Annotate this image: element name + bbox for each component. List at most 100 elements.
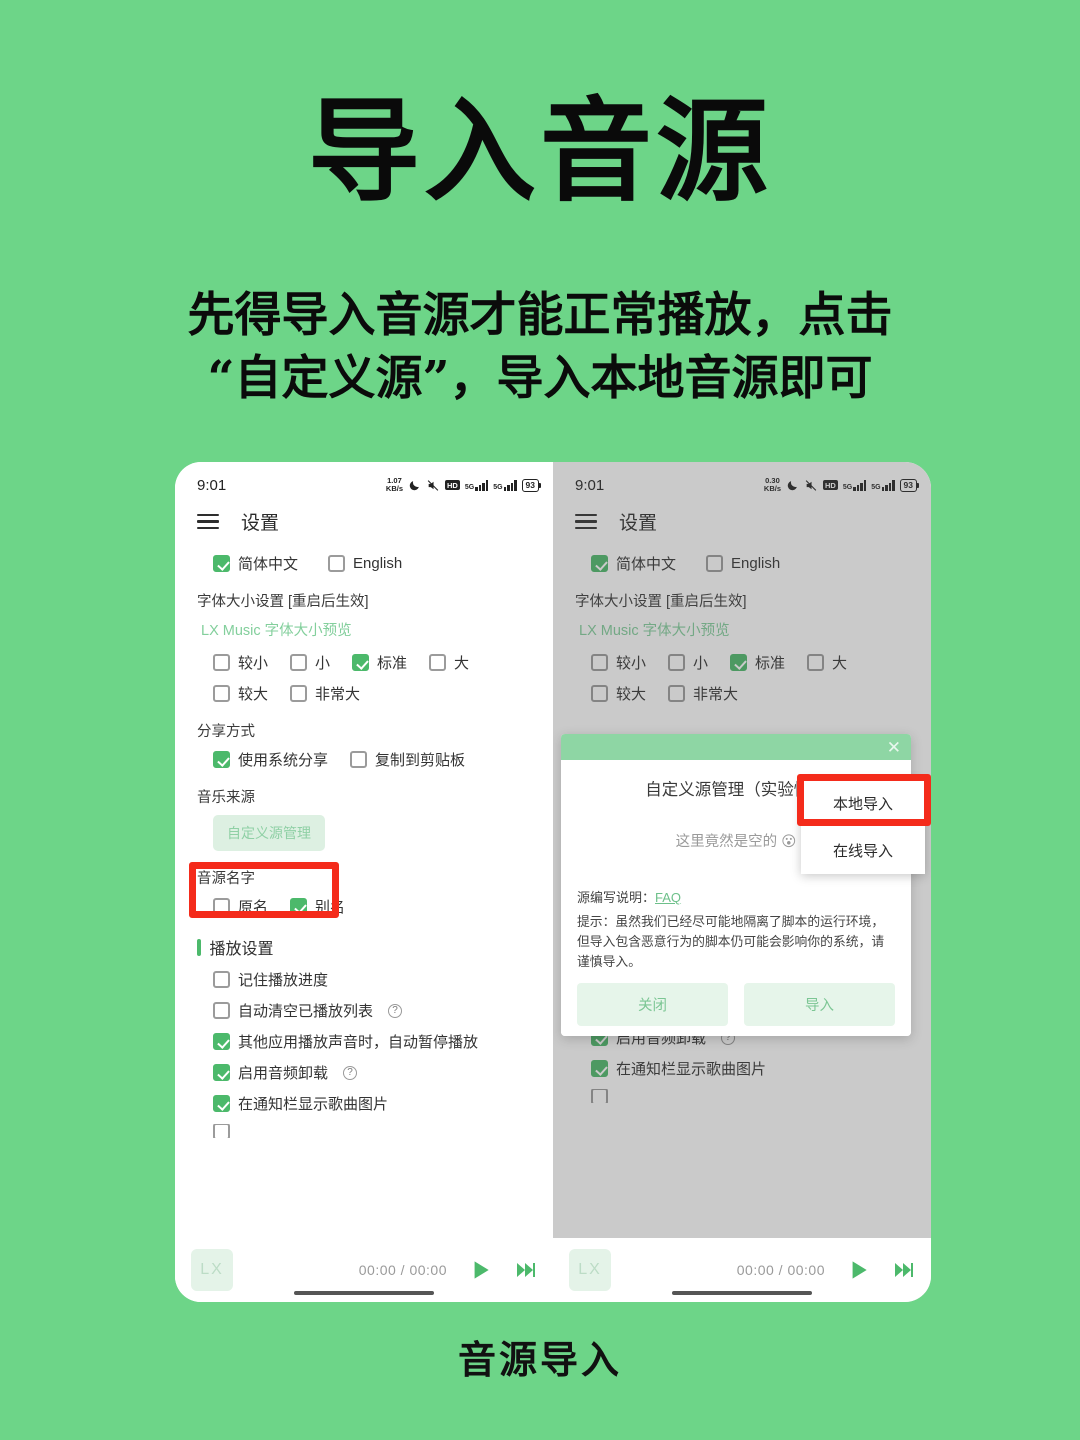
checkbox-clipped-icon[interactable]	[213, 1124, 230, 1138]
checkbox-item-auto-clear[interactable]: 自动清空已播放列表 ?	[213, 1000, 531, 1021]
checkbox-large-icon[interactable]	[807, 654, 825, 671]
checkbox-small-label: 小	[315, 655, 331, 672]
checkbox-standard-icon[interactable]	[730, 654, 748, 671]
checkbox-larger-icon[interactable]	[213, 685, 230, 702]
checkbox-item-larger[interactable]: 较大	[591, 683, 646, 704]
menu-item-online-import[interactable]: 在线导入	[801, 827, 925, 874]
checkbox-item-small[interactable]: 小	[668, 652, 708, 673]
checkbox-huge-icon[interactable]	[668, 685, 686, 702]
checkbox-remember-progress-icon[interactable]	[213, 971, 230, 988]
hamburger-icon[interactable]	[197, 509, 219, 534]
moon-icon	[408, 479, 421, 492]
page-title: 导入音源	[308, 86, 772, 217]
close-icon[interactable]: ✕	[887, 739, 901, 756]
checkbox-item-en[interactable]: English	[706, 555, 780, 572]
checkbox-larger-label: 较大	[616, 686, 647, 703]
checkbox-larger-icon[interactable]	[591, 685, 608, 702]
battery-indicator: 93	[899, 478, 920, 492]
checkbox-system-share-icon[interactable]	[213, 751, 230, 768]
footer-caption: 音源导入	[0, 1327, 1080, 1386]
album-cover-placeholder: LX	[191, 1249, 233, 1291]
custom-source-manage-button[interactable]: 自定义源管理	[213, 815, 325, 851]
checkbox-item-notification-cover[interactable]: 在通知栏显示歌曲图片	[591, 1058, 909, 1079]
checkbox-alias-label: 别名	[315, 899, 346, 916]
checkbox-en-icon[interactable]	[706, 555, 724, 572]
checkbox-zh-label: 简体中文	[238, 556, 299, 573]
checkbox-clipped-icon[interactable]	[591, 1089, 608, 1103]
checkbox-item-clipboard[interactable]: 复制到剪贴板	[350, 749, 465, 770]
checkbox-item-smaller[interactable]: 较小	[591, 652, 646, 673]
playback-section-head: 播放设置	[197, 935, 531, 959]
home-indicator	[672, 1290, 812, 1295]
checkbox-large-icon[interactable]	[429, 654, 447, 671]
checkbox-zh-icon[interactable]	[213, 555, 230, 572]
checkbox-zh-icon[interactable]	[591, 555, 608, 572]
checkbox-item-clipped[interactable]	[213, 1124, 531, 1138]
app-bar-title: 设置	[619, 513, 658, 534]
checkbox-small-icon[interactable]	[290, 654, 308, 671]
faq-label: 源编写说明：	[577, 890, 656, 905]
help-icon[interactable]: ?	[343, 1065, 358, 1080]
checkbox-notification-cover-label: 在通知栏显示歌曲图片	[238, 1096, 389, 1113]
checkbox-item-auto-pause[interactable]: 其他应用播放声音时，自动暂停播放	[213, 1031, 531, 1052]
checkbox-small-icon[interactable]	[668, 654, 686, 671]
next-track-icon[interactable]	[891, 1258, 915, 1282]
network-speed-indicator: 1.07 KB/s	[385, 476, 403, 493]
font-size-options-row-1: 较小 小 标准 大	[575, 652, 909, 673]
checkbox-item-clipped[interactable]	[591, 1089, 909, 1103]
checkbox-huge-label: 非常大	[693, 686, 739, 703]
checkbox-original-name-icon[interactable]	[213, 898, 230, 915]
checkbox-item-notification-cover[interactable]: 在通知栏显示歌曲图片	[213, 1093, 531, 1114]
next-track-icon[interactable]	[513, 1258, 537, 1282]
play-icon[interactable]	[845, 1257, 871, 1283]
checkbox-smaller-icon[interactable]	[591, 654, 608, 671]
checkbox-item-original-name[interactable]: 原名	[213, 896, 268, 917]
checkbox-item-system-share[interactable]: 使用系统分享	[213, 749, 328, 770]
faq-link[interactable]: FAQ	[655, 890, 681, 905]
album-cover-placeholder: LX	[569, 1249, 611, 1291]
checkbox-item-huge[interactable]: 非常大	[290, 683, 360, 704]
checkbox-item-large[interactable]: 大	[807, 652, 847, 673]
checkbox-item-smaller[interactable]: 较小	[213, 652, 268, 673]
checkbox-item-small[interactable]: 小	[290, 652, 330, 673]
help-icon[interactable]: ?	[388, 1003, 403, 1018]
checkbox-clipboard-icon[interactable]	[350, 751, 368, 768]
checkbox-huge-icon[interactable]	[290, 685, 308, 702]
menu-item-local-import[interactable]: 本地导入	[801, 780, 925, 827]
checkbox-item-remember-progress[interactable]: 记住播放进度	[213, 969, 531, 990]
playback-time: 00:00 / 00:00	[358, 1262, 447, 1278]
hamburger-icon[interactable]	[575, 509, 597, 534]
checkbox-en-icon[interactable]	[328, 555, 346, 572]
checkbox-standard-icon[interactable]	[352, 654, 370, 671]
checkbox-item-huge[interactable]: 非常大	[668, 683, 738, 704]
checkbox-item-large[interactable]: 大	[429, 652, 469, 673]
checkbox-auto-pause-icon[interactable]	[213, 1033, 230, 1050]
checkbox-auto-clear-icon[interactable]	[213, 1002, 230, 1019]
font-size-preview: LX Music 字体大小预览	[201, 623, 352, 639]
screenshot-card: 9:01 1.07 KB/s HD 5G 5G 93 设置 简体中文 Engli…	[175, 462, 931, 1302]
checkbox-alias-icon[interactable]	[290, 898, 308, 915]
checkbox-notification-cover-icon[interactable]	[591, 1060, 608, 1077]
checkbox-larger-label: 较大	[238, 686, 269, 703]
checkbox-item-en[interactable]: English	[328, 555, 402, 572]
checkbox-item-audio-offload[interactable]: 启用音频卸载 ?	[213, 1062, 531, 1083]
checkbox-smaller-icon[interactable]	[213, 654, 230, 671]
play-icon[interactable]	[467, 1257, 493, 1283]
checkbox-item-alias[interactable]: 别名	[290, 896, 345, 917]
checkbox-item-standard[interactable]: 标准	[730, 652, 785, 673]
checkbox-item-zh[interactable]: 简体中文	[591, 553, 676, 574]
dialog-import-button[interactable]: 导入	[744, 983, 895, 1027]
checkbox-audio-offload-icon[interactable]	[213, 1064, 230, 1081]
checkbox-item-zh[interactable]: 简体中文	[213, 553, 298, 574]
checkbox-item-standard[interactable]: 标准	[352, 652, 407, 673]
source-name-section-label: 音源名字	[197, 871, 255, 887]
signal-sim2-icon: 5G	[493, 479, 517, 491]
font-size-section-label: 字体大小设置 [重启后生效]	[575, 594, 747, 610]
playback-options: 记住播放进度 自动清空已播放列表 ? 其他应用播放声音时，自动暂停播放 启用音频…	[197, 969, 531, 1138]
checkbox-notification-cover-icon[interactable]	[213, 1095, 230, 1112]
font-size-preview: LX Music 字体大小预览	[579, 623, 730, 639]
phone-screenshot-left: 9:01 1.07 KB/s HD 5G 5G 93 设置 简体中文 Engli…	[175, 462, 553, 1302]
checkbox-item-larger[interactable]: 较大	[213, 683, 268, 704]
dialog-header: ✕	[561, 734, 911, 760]
dialog-close-button[interactable]: 关闭	[577, 983, 728, 1027]
